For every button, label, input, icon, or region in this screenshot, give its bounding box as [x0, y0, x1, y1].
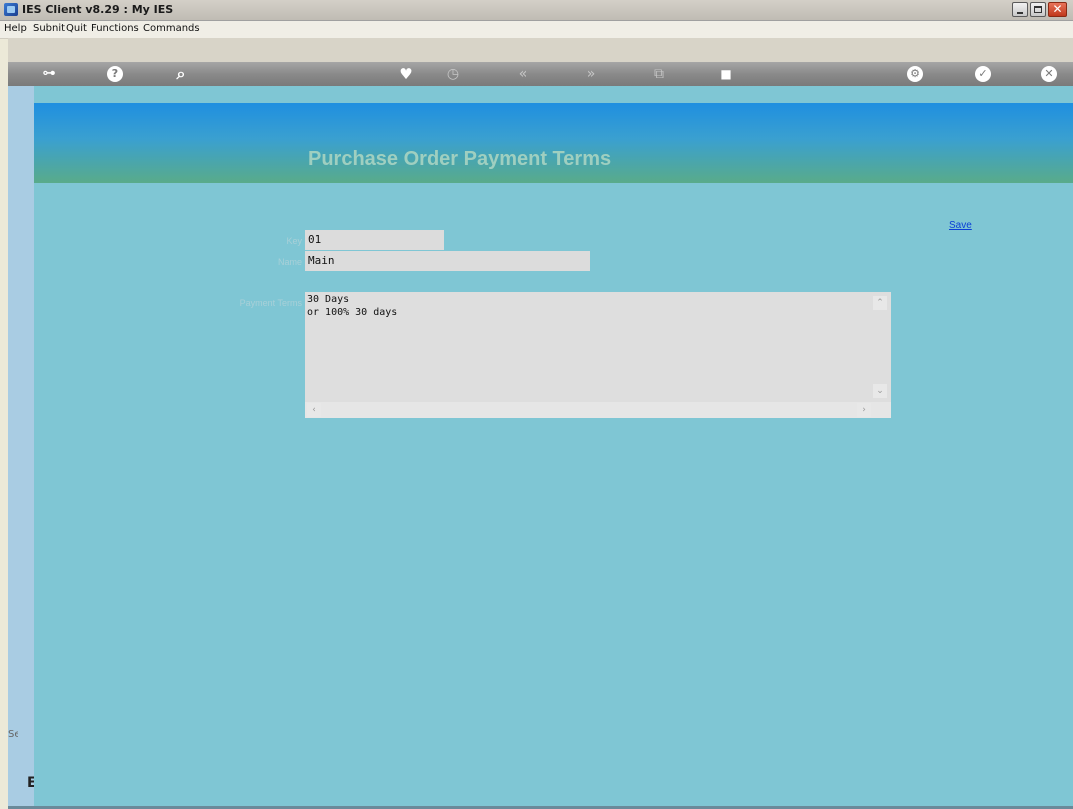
- help-icon[interactable]: ?: [107, 66, 123, 82]
- minimize-button[interactable]: [1012, 2, 1028, 17]
- menu-submit[interactable]: Subnit: [33, 23, 65, 34]
- menu-functions[interactable]: Functions: [91, 23, 139, 34]
- menu-quit[interactable]: Quit: [66, 23, 87, 34]
- name-value: Main: [308, 254, 335, 267]
- check-icon[interactable]: ✓: [975, 66, 991, 82]
- app-window: IES Client v8.29 : My IES ✕ Help Subnit …: [0, 0, 1073, 809]
- name-label: Name: [277, 257, 302, 267]
- scroll-up-icon[interactable]: ⌃: [873, 296, 887, 310]
- close-icon[interactable]: ✕: [1041, 66, 1057, 82]
- menu-bar: Help Subnit Quit Functions Commands: [0, 21, 1073, 39]
- copy-icon[interactable]: ⧉: [649, 65, 669, 83]
- menu-help[interactable]: Help: [4, 23, 27, 34]
- heart-icon[interactable]: ♥: [396, 65, 416, 83]
- key-icon[interactable]: ⊶: [34, 65, 64, 83]
- left-panel-label: Se: [8, 729, 18, 740]
- window-title: IES Client v8.29 : My IES: [22, 3, 174, 16]
- fast-forward-icon[interactable]: »: [581, 65, 601, 83]
- menu-commands[interactable]: Commands: [143, 23, 200, 34]
- scroll-down-icon[interactable]: ⌄: [873, 384, 887, 398]
- app-icon: [4, 3, 18, 16]
- header-banner: [34, 103, 1073, 183]
- payment-terms-line: or 100% 30 days: [307, 307, 398, 318]
- clock-icon[interactable]: ◷: [443, 65, 463, 83]
- title-bar[interactable]: IES Client v8.29 : My IES ✕: [0, 0, 1073, 21]
- maximize-icon: [1034, 6, 1042, 13]
- search-icon[interactable]: ⌕: [171, 65, 191, 83]
- key-value: 01: [308, 233, 322, 246]
- key-label: Key: [286, 236, 302, 246]
- close-window-button[interactable]: ✕: [1048, 2, 1067, 17]
- rewind-icon[interactable]: «: [513, 65, 533, 83]
- maximize-button[interactable]: [1030, 2, 1046, 17]
- payment-terms-line: 30 Days: [307, 294, 350, 305]
- payment-terms-label: Payment Terms: [239, 298, 302, 308]
- scroll-right-icon[interactable]: ›: [857, 403, 871, 417]
- save-link[interactable]: Save: [949, 220, 972, 231]
- scroll-left-icon[interactable]: ‹: [307, 403, 321, 417]
- name-field[interactable]: [305, 251, 590, 271]
- minimize-icon: [1017, 12, 1023, 14]
- settings-icon[interactable]: ⚙: [907, 66, 923, 82]
- page-title: Purchase Order Payment Terms: [308, 148, 612, 170]
- payment-terms-textarea[interactable]: 30 Days or 100% 30 days ⌃ ⌄ ‹ ›: [305, 292, 891, 418]
- stop-icon[interactable]: ■: [716, 65, 736, 83]
- close-icon: ✕: [1052, 2, 1063, 16]
- content-area: [34, 86, 1073, 806]
- left-panel: [8, 86, 35, 809]
- toolbar-spacer: [8, 38, 1073, 62]
- horizontal-scrollbar[interactable]: [305, 402, 891, 418]
- key-field[interactable]: [305, 230, 444, 250]
